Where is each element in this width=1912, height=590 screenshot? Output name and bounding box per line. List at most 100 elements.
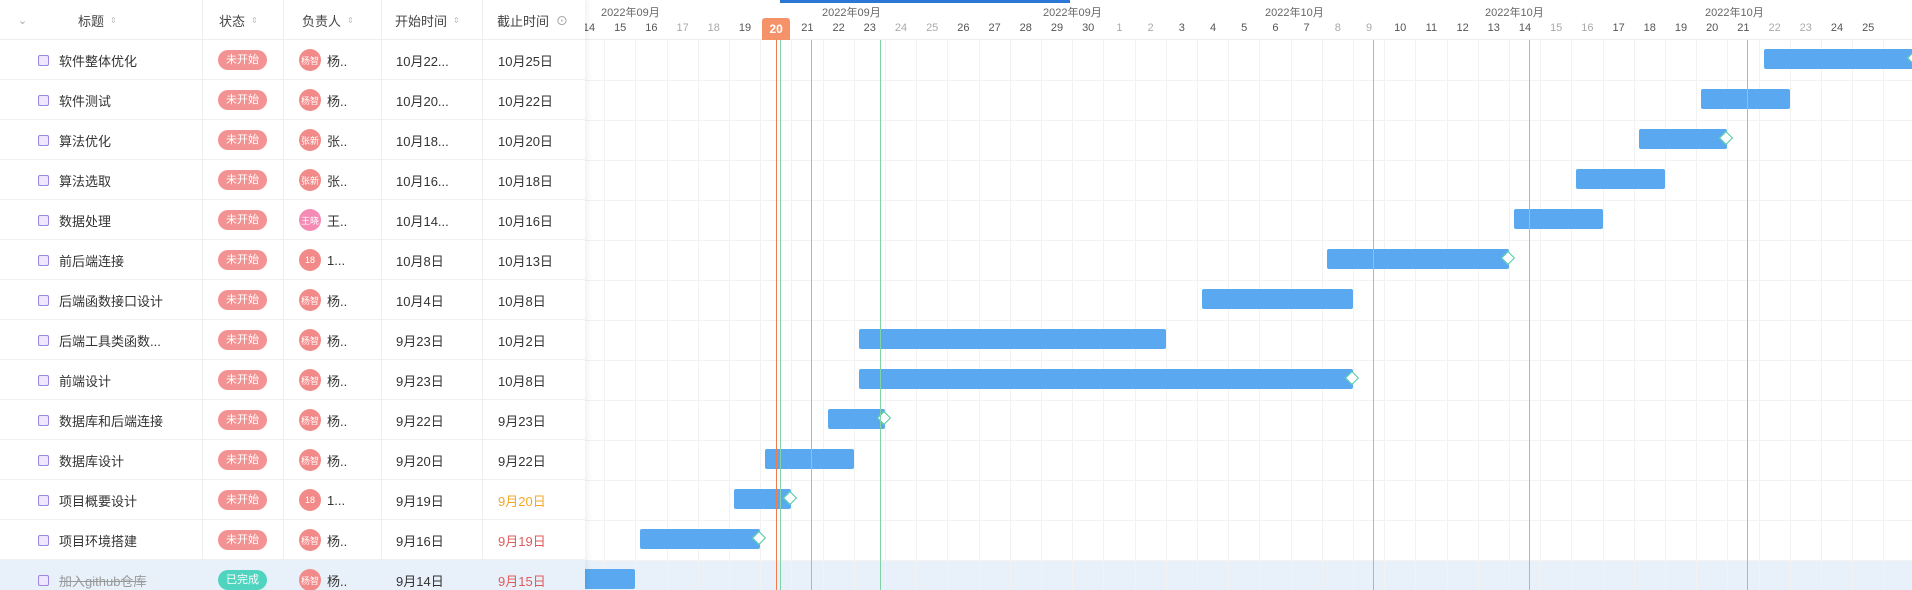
- task-title-cell[interactable]: 算法优化: [38, 120, 198, 160]
- start-date-cell[interactable]: 10月16...: [396, 160, 478, 200]
- owner-cell[interactable]: 18 1...: [299, 480, 345, 520]
- start-date-cell[interactable]: 9月14日: [396, 560, 478, 590]
- owner-cell[interactable]: 杨智 杨..: [299, 280, 347, 320]
- task-title[interactable]: 项目概要设计: [59, 491, 137, 510]
- status-badge[interactable]: 已完成: [218, 570, 267, 590]
- task-title[interactable]: 加入github仓库: [59, 571, 146, 590]
- status-cell[interactable]: 未开始: [218, 400, 267, 440]
- gantt-bar[interactable]: [1763, 49, 1912, 69]
- status-cell[interactable]: 已完成: [218, 560, 267, 590]
- task-title-cell[interactable]: 数据处理: [38, 200, 198, 240]
- table-row[interactable]: 软件测试 未开始 杨智 杨.. 10月20... 10月22日: [0, 80, 585, 120]
- task-title[interactable]: 前端设计: [59, 371, 111, 390]
- start-date-cell[interactable]: 9月23日: [396, 360, 478, 400]
- status-cell[interactable]: 未开始: [218, 360, 267, 400]
- status-badge[interactable]: 未开始: [218, 50, 267, 70]
- owner-cell[interactable]: 杨智 杨..: [299, 80, 347, 120]
- start-date-cell[interactable]: 10月8日: [396, 240, 478, 280]
- owner-cell[interactable]: 杨智 杨..: [299, 560, 347, 590]
- table-row[interactable]: 数据库和后端连接 未开始 杨智 杨.. 9月22日 9月23日: [0, 400, 585, 440]
- end-date-cell[interactable]: 10月16日: [498, 200, 553, 240]
- table-row[interactable]: 后端工具类函数... 未开始 杨智 杨.. 9月23日 10月2日: [0, 320, 585, 360]
- timeline-scrollbar[interactable]: [780, 0, 1070, 3]
- gantt-bar[interactable]: [858, 369, 1353, 389]
- task-title-cell[interactable]: 项目概要设计: [38, 480, 198, 520]
- status-cell[interactable]: 未开始: [218, 280, 267, 320]
- owner-cell[interactable]: 杨智 杨..: [299, 360, 347, 400]
- status-cell[interactable]: 未开始: [218, 160, 267, 200]
- end-date-cell[interactable]: 10月13日: [498, 240, 553, 280]
- status-badge[interactable]: 未开始: [218, 410, 267, 430]
- status-badge[interactable]: 未开始: [218, 250, 267, 270]
- task-title-cell[interactable]: 前后端连接: [38, 240, 198, 280]
- table-row[interactable]: 前端设计 未开始 杨智 杨.. 9月23日 10月8日: [0, 360, 585, 400]
- start-date-cell[interactable]: 9月16日: [396, 520, 478, 560]
- end-date-cell[interactable]: 10月8日: [498, 280, 546, 320]
- gantt-bar[interactable]: [1326, 249, 1509, 269]
- task-title-cell[interactable]: 加入github仓库: [38, 560, 198, 590]
- table-row[interactable]: 软件整体优化 未开始 杨智 杨.. 10月22... 10月25日: [0, 40, 585, 80]
- owner-cell[interactable]: 杨智 杨..: [299, 320, 347, 360]
- owner-cell[interactable]: 杨智 杨..: [299, 520, 347, 560]
- table-row[interactable]: 项目概要设计 未开始 18 1... 9月19日 9月20日: [0, 480, 585, 520]
- task-title-cell[interactable]: 后端函数接口设计: [38, 280, 198, 320]
- table-row[interactable]: 数据库设计 未开始 杨智 杨.. 9月20日 9月22日: [0, 440, 585, 480]
- task-title[interactable]: 算法选取: [59, 171, 111, 190]
- settings-icon[interactable]: ⊙: [556, 0, 568, 40]
- end-date-cell[interactable]: 10月18日: [498, 160, 553, 200]
- owner-cell[interactable]: 杨智 杨..: [299, 440, 347, 480]
- table-row[interactable]: 前后端连接 未开始 18 1... 10月8日 10月13日: [0, 240, 585, 280]
- column-header-start[interactable]: 开始时间 ⇕: [395, 0, 460, 40]
- owner-cell[interactable]: 杨智 杨..: [299, 400, 347, 440]
- end-date-cell[interactable]: 9月22日: [498, 440, 546, 480]
- sort-icon[interactable]: ⇕: [347, 16, 354, 25]
- table-row[interactable]: 算法优化 未开始 张新 张.. 10月18... 10月20日: [0, 120, 585, 160]
- gantt-bar[interactable]: [827, 409, 885, 429]
- status-badge[interactable]: 未开始: [218, 170, 267, 190]
- start-date-cell[interactable]: 9月19日: [396, 480, 478, 520]
- status-cell[interactable]: 未开始: [218, 480, 267, 520]
- gantt-bar[interactable]: [1638, 129, 1728, 149]
- status-badge[interactable]: 未开始: [218, 490, 267, 510]
- gantt-bar[interactable]: [765, 449, 854, 469]
- status-cell[interactable]: 未开始: [218, 200, 267, 240]
- owner-cell[interactable]: 杨智 杨..: [299, 40, 347, 80]
- gantt-bar[interactable]: [1576, 169, 1665, 189]
- end-date-cell[interactable]: 10月22日: [498, 80, 553, 120]
- table-row[interactable]: 后端函数接口设计 未开始 杨智 杨.. 10月4日 10月8日: [0, 280, 585, 320]
- status-badge[interactable]: 未开始: [218, 370, 267, 390]
- status-cell[interactable]: 未开始: [218, 520, 267, 560]
- owner-cell[interactable]: 18 1...: [299, 240, 345, 280]
- status-badge[interactable]: 未开始: [218, 290, 267, 310]
- end-date-cell[interactable]: 9月20日: [498, 480, 546, 520]
- task-title-cell[interactable]: 算法选取: [38, 160, 198, 200]
- task-title-cell[interactable]: 项目环境搭建: [38, 520, 198, 560]
- end-date-cell[interactable]: 9月23日: [498, 400, 546, 440]
- status-cell[interactable]: 未开始: [218, 80, 267, 120]
- gantt-bar[interactable]: [1202, 289, 1353, 309]
- gantt-bar[interactable]: [1514, 209, 1603, 229]
- start-date-cell[interactable]: 10月4日: [396, 280, 478, 320]
- start-date-cell[interactable]: 10月22...: [396, 40, 478, 80]
- status-cell[interactable]: 未开始: [218, 440, 267, 480]
- sort-icon[interactable]: ⇕: [251, 16, 258, 25]
- table-row[interactable]: 项目环境搭建 未开始 杨智 杨.. 9月16日 9月19日: [0, 520, 585, 560]
- status-badge[interactable]: 未开始: [218, 450, 267, 470]
- table-row[interactable]: 算法选取 未开始 张新 张.. 10月16... 10月18日: [0, 160, 585, 200]
- task-title[interactable]: 数据处理: [59, 211, 111, 230]
- gantt-bar[interactable]: [640, 529, 761, 549]
- status-badge[interactable]: 未开始: [218, 90, 267, 110]
- task-title-cell[interactable]: 前端设计: [38, 360, 198, 400]
- end-date-cell[interactable]: 10月25日: [498, 40, 553, 80]
- status-cell[interactable]: 未开始: [218, 40, 267, 80]
- task-title[interactable]: 项目环境搭建: [59, 531, 137, 550]
- end-date-cell[interactable]: 9月19日: [498, 520, 546, 560]
- gantt-bar[interactable]: [1701, 89, 1790, 109]
- gantt-bar[interactable]: [734, 489, 792, 509]
- status-badge[interactable]: 未开始: [218, 330, 267, 350]
- sort-icon[interactable]: ⇕: [453, 16, 460, 25]
- owner-cell[interactable]: 张新 张..: [299, 120, 347, 160]
- end-date-cell[interactable]: 9月15日: [498, 560, 546, 590]
- start-date-cell[interactable]: 10月18...: [396, 120, 478, 160]
- column-header-end[interactable]: 截止时间: [497, 0, 549, 40]
